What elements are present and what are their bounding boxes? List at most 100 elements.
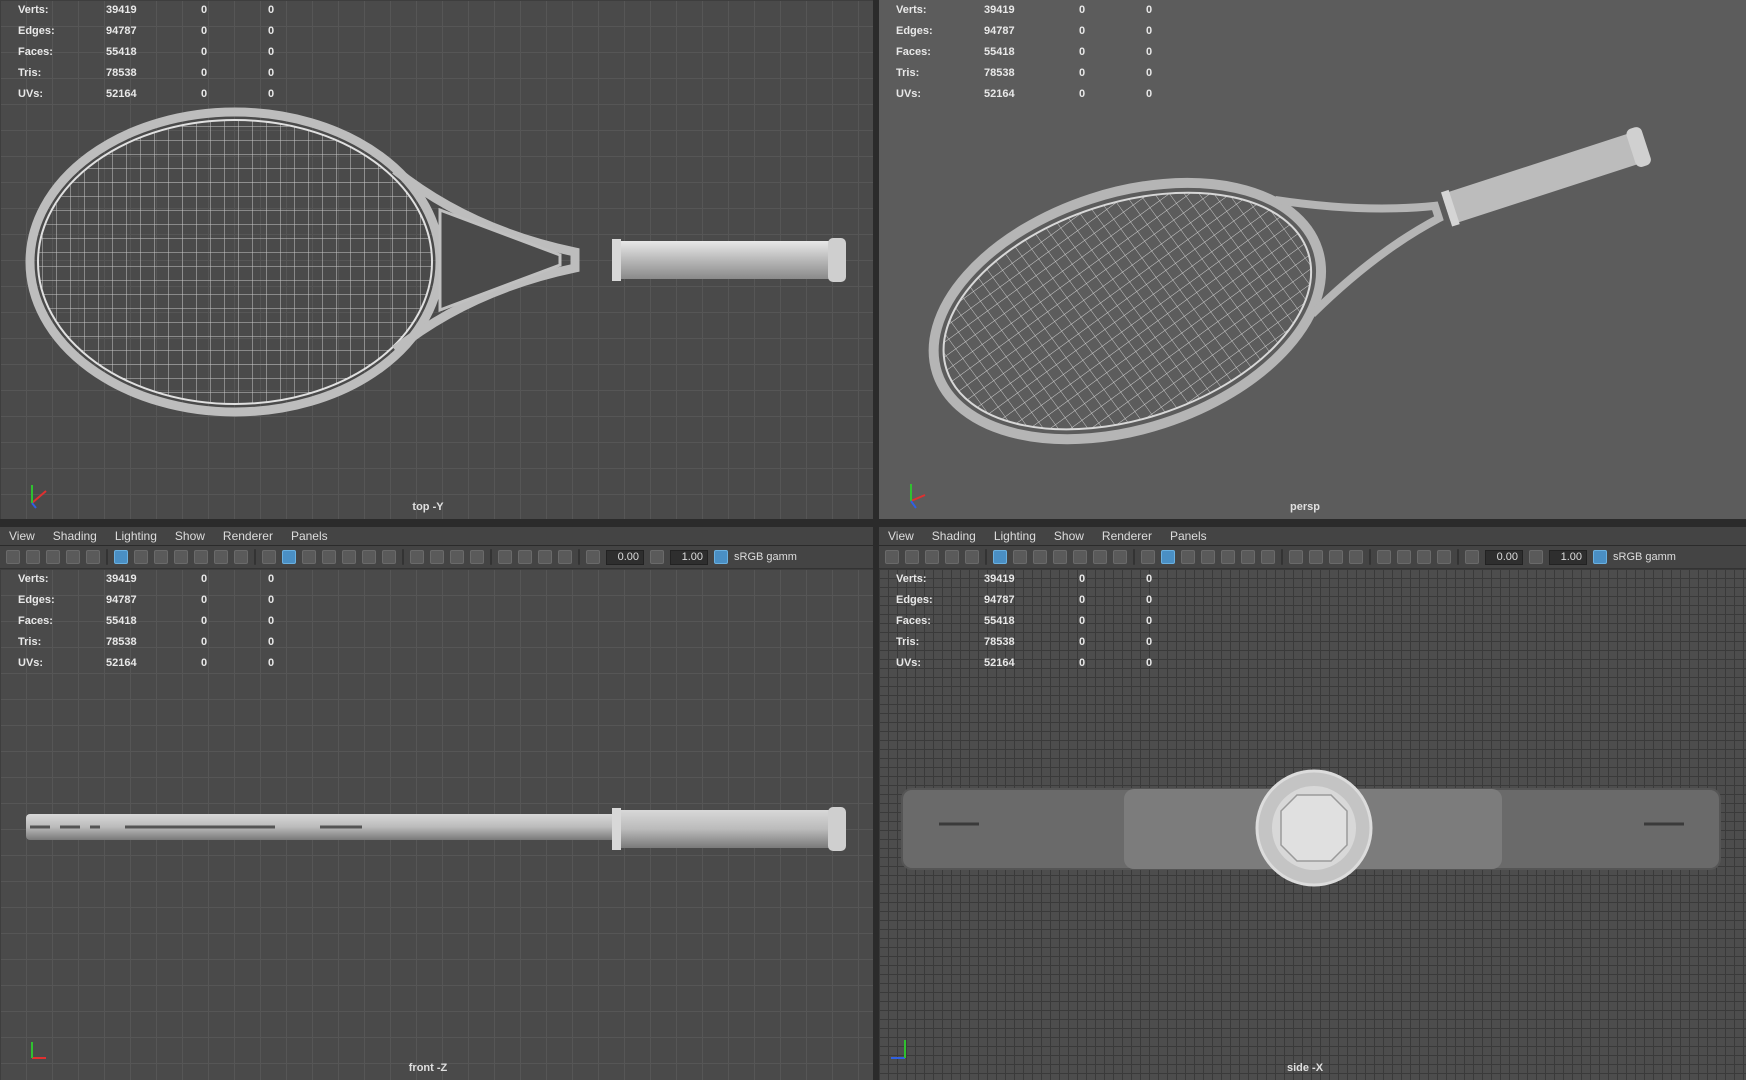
wireframe-icon[interactable]	[262, 550, 276, 564]
safe-title-icon[interactable]	[234, 550, 248, 564]
menu-shading[interactable]: Shading	[44, 529, 106, 543]
xray-icon[interactable]	[518, 550, 532, 564]
resolution-gate-icon[interactable]	[154, 550, 168, 564]
toolbar-separator	[1281, 549, 1283, 565]
camera-label: front -Z	[408, 1062, 448, 1074]
viewport-menubar: View Shading Lighting Show Renderer Pane…	[879, 527, 1746, 545]
viewport-top[interactable]: Verts: 39419 0 0 Edges: 94787 0 0 Faces: 55418 0…	[0, 0, 873, 519]
field-chart-icon[interactable]	[194, 550, 208, 564]
smooth-shade-icon[interactable]	[1161, 550, 1175, 564]
exposure-icon[interactable]	[1465, 550, 1479, 564]
racket-front-view[interactable]	[0, 569, 873, 1080]
viewport-toolbar: 0.00 1.00 sRGB gamm	[879, 546, 1746, 569]
field-chart-icon[interactable]	[1073, 550, 1087, 564]
gate-mask-icon[interactable]	[174, 550, 188, 564]
gamma-field[interactable]: 1.00	[1549, 549, 1587, 565]
menu-view[interactable]: View	[879, 529, 923, 543]
gamma-icon[interactable]	[1529, 550, 1543, 564]
racket-side-view[interactable]	[879, 569, 1746, 1080]
default-material-icon[interactable]	[302, 550, 316, 564]
isolate-select-icon[interactable]	[498, 550, 512, 564]
viewport-persp[interactable]: Verts: 39419 0 0 Edges: 94787 0 0 Faces: 55418 0…	[879, 0, 1746, 519]
menu-lighting[interactable]: Lighting	[106, 529, 166, 543]
textured-icon[interactable]	[1221, 550, 1235, 564]
color-space-label[interactable]: sRGB gamm	[1613, 551, 1676, 563]
shadows-icon[interactable]	[382, 550, 396, 564]
isolate-select-icon[interactable]	[1377, 550, 1391, 564]
ambient-occlusion-icon[interactable]	[1289, 550, 1303, 564]
exposure-icon[interactable]	[586, 550, 600, 564]
wireframe-icon[interactable]	[1141, 550, 1155, 564]
color-management-icon[interactable]	[1593, 550, 1607, 564]
axis-gizmo-icon	[910, 484, 926, 509]
menu-panels[interactable]: Panels	[282, 529, 337, 543]
color-space-label[interactable]: sRGB gamm	[734, 551, 797, 563]
image-plane-icon[interactable]	[945, 550, 959, 564]
image-plane-icon[interactable]	[66, 550, 80, 564]
film-gate-icon[interactable]	[1013, 550, 1027, 564]
gamma-icon[interactable]	[650, 550, 664, 564]
gate-mask-icon[interactable]	[1053, 550, 1067, 564]
menu-lighting[interactable]: Lighting	[985, 529, 1045, 543]
menu-renderer[interactable]: Renderer	[1093, 529, 1161, 543]
depth-of-field-icon[interactable]	[1349, 550, 1363, 564]
pane-divider-vertical[interactable]	[873, 0, 879, 1080]
wireframe-on-shaded-icon[interactable]	[1201, 550, 1215, 564]
xray-joints-icon[interactable]	[1417, 550, 1431, 564]
camera-attributes-icon[interactable]	[26, 550, 40, 564]
toolbar-separator	[1369, 549, 1371, 565]
viewport-toolbar: 0.00 1.00 sRGB gamm	[0, 546, 873, 569]
lights-icon[interactable]	[1241, 550, 1255, 564]
xray-joints-icon[interactable]	[538, 550, 552, 564]
menu-renderer[interactable]: Renderer	[214, 529, 282, 543]
lights-icon[interactable]	[362, 550, 376, 564]
resolution-gate-icon[interactable]	[1033, 550, 1047, 564]
bookmark-icon[interactable]	[925, 550, 939, 564]
xray-icon[interactable]	[1397, 550, 1411, 564]
textured-icon[interactable]	[342, 550, 356, 564]
menu-view[interactable]: View	[0, 529, 44, 543]
anti-aliasing-icon[interactable]	[450, 550, 464, 564]
xray-components-icon[interactable]	[558, 550, 572, 564]
toolbar-separator	[1133, 549, 1135, 565]
select-camera-icon[interactable]	[6, 550, 20, 564]
wireframe-on-shaded-icon[interactable]	[322, 550, 336, 564]
menu-shading[interactable]: Shading	[923, 529, 985, 543]
safe-action-icon[interactable]	[1093, 550, 1107, 564]
menu-show[interactable]: Show	[166, 529, 214, 543]
depth-of-field-icon[interactable]	[470, 550, 484, 564]
toolbar-separator	[402, 549, 404, 565]
grease-pencil-icon[interactable]	[86, 550, 100, 564]
default-material-icon[interactable]	[1181, 550, 1195, 564]
gamma-field[interactable]: 1.00	[670, 549, 708, 565]
camera-attributes-icon[interactable]	[905, 550, 919, 564]
anti-aliasing-icon[interactable]	[1329, 550, 1343, 564]
shadows-icon[interactable]	[1261, 550, 1275, 564]
pane-divider-horizontal[interactable]	[0, 519, 1746, 525]
grid-icon[interactable]	[993, 550, 1007, 564]
ambient-occlusion-icon[interactable]	[410, 550, 424, 564]
motion-blur-icon[interactable]	[1309, 550, 1323, 564]
grease-pencil-icon[interactable]	[965, 550, 979, 564]
bookmark-icon[interactable]	[46, 550, 60, 564]
motion-blur-icon[interactable]	[430, 550, 444, 564]
safe-title-icon[interactable]	[1113, 550, 1127, 564]
xray-components-icon[interactable]	[1437, 550, 1451, 564]
racket-top-view[interactable]	[0, 0, 873, 519]
exposure-field[interactable]: 0.00	[606, 549, 644, 565]
smooth-shade-icon[interactable]	[282, 550, 296, 564]
axis-gizmo-icon	[891, 1040, 906, 1059]
viewport-front[interactable]: Verts: 39419 0 0 Edges: 94787 0 0 Faces: 55418 0…	[0, 569, 873, 1080]
film-gate-icon[interactable]	[134, 550, 148, 564]
menu-panels[interactable]: Panels	[1161, 529, 1216, 543]
color-management-icon[interactable]	[714, 550, 728, 564]
exposure-field[interactable]: 0.00	[1485, 549, 1523, 565]
grid-icon[interactable]	[114, 550, 128, 564]
select-camera-icon[interactable]	[885, 550, 899, 564]
viewport-side[interactable]: Verts: 39419 0 0 Edges: 94787 0 0 Faces: 55418 0…	[879, 569, 1746, 1080]
safe-action-icon[interactable]	[214, 550, 228, 564]
toolbar-separator	[490, 549, 492, 565]
menu-show[interactable]: Show	[1045, 529, 1093, 543]
racket-persp-view[interactable]	[879, 0, 1746, 519]
toolbar-separator	[254, 549, 256, 565]
